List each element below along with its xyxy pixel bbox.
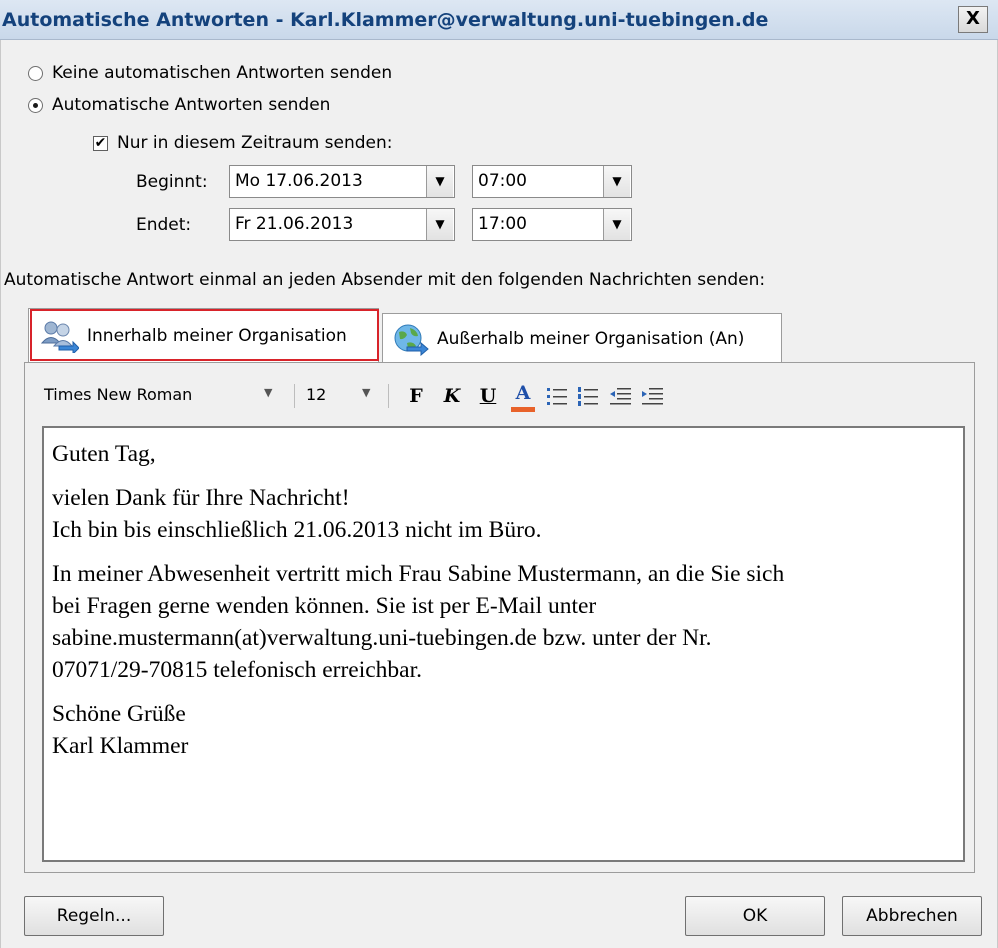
message-line: Ich bin bis einschließlich 21.06.2013 ni…: [52, 517, 542, 543]
no-reply-option[interactable]: Keine automatischen Antworten senden: [28, 63, 392, 83]
message-line: sabine.mustermann(at)verwaltung.uni-tueb…: [52, 625, 712, 651]
underline-button[interactable]: U: [474, 381, 502, 411]
message-line: bei Fragen gerne wenden können. Sie ist …: [52, 593, 597, 619]
message-signature: Karl Klammer: [52, 733, 189, 759]
decrease-indent-icon[interactable]: [608, 385, 632, 409]
font-name-value: Times New Roman: [44, 385, 193, 404]
chevron-down-icon[interactable]: ▼: [362, 386, 370, 399]
font-color-button[interactable]: A: [508, 380, 538, 412]
ok-button[interactable]: OK: [685, 896, 825, 936]
only-period-label: Nur in diesem Zeitraum senden:: [117, 133, 393, 153]
rules-button[interactable]: Regeln...: [24, 896, 164, 936]
chevron-down-icon[interactable]: ▼: [264, 386, 272, 399]
only-period-option[interactable]: ✔ Nur in diesem Zeitraum senden:: [93, 133, 393, 153]
start-time-value: 07:00: [478, 171, 527, 191]
end-time-picker[interactable]: 17:00 ▼: [472, 208, 632, 241]
font-name-select[interactable]: Times New Roman ▼: [38, 380, 288, 410]
message-greeting: Guten Tag,: [52, 441, 156, 467]
tab-outside-label: Außerhalb meiner Organisation (An): [437, 328, 745, 349]
message-line: vielen Dank für Ihre Nachricht!: [52, 485, 350, 511]
window-title: Automatische Antworten - Karl.Klammer@ve…: [2, 9, 769, 31]
chevron-down-icon[interactable]: ▼: [603, 166, 630, 197]
start-date-value: Mo 17.06.2013: [235, 171, 363, 191]
start-time-picker[interactable]: 07:00 ▼: [472, 165, 632, 198]
no-reply-radio[interactable]: [28, 65, 43, 81]
bullet-list-icon[interactable]: [546, 385, 568, 409]
message-closing: Schöne Grüße: [52, 701, 186, 727]
start-date-picker[interactable]: Mo 17.06.2013 ▼: [229, 165, 455, 198]
message-line: 07071/29-70815 telefonisch erreichbar.: [52, 657, 423, 683]
message-line: In meiner Abwesenheit vertritt mich Frau…: [52, 561, 785, 587]
end-time-value: 17:00: [478, 214, 527, 234]
globe-arrow-icon: [391, 322, 429, 356]
toolbar-separator: [388, 384, 389, 408]
font-size-select[interactable]: 12 ▼: [300, 380, 382, 410]
chevron-down-icon[interactable]: ▼: [426, 209, 453, 240]
font-size-value: 12: [306, 385, 327, 404]
font-color-letter: A: [515, 382, 531, 404]
chevron-down-icon[interactable]: ▼: [426, 166, 453, 197]
increase-indent-icon[interactable]: [640, 385, 664, 409]
active-tab-highlight: [30, 309, 379, 361]
bold-button[interactable]: F: [402, 381, 430, 411]
italic-button[interactable]: K: [438, 381, 466, 411]
instruction-text: Automatische Antwort einmal an jeden Abs…: [4, 270, 766, 290]
send-reply-label: Automatische Antworten senden: [52, 95, 331, 115]
send-reply-radio[interactable]: [28, 97, 43, 113]
toolbar-separator: [294, 384, 295, 408]
title-bar: Automatische Antworten - Karl.Klammer@ve…: [0, 0, 998, 40]
font-color-swatch: [511, 407, 535, 412]
close-button[interactable]: X: [958, 6, 988, 33]
end-date-value: Fr 21.06.2013: [235, 214, 354, 234]
only-period-checkbox[interactable]: ✔: [93, 135, 108, 151]
auto-reply-dialog: Automatische Antworten - Karl.Klammer@ve…: [0, 0, 998, 948]
send-reply-option[interactable]: Automatische Antworten senden: [28, 95, 330, 115]
start-label: Beginnt:: [136, 172, 208, 192]
numbered-list-icon[interactable]: [577, 385, 599, 409]
message-editor[interactable]: Guten Tag, vielen Dank für Ihre Nachrich…: [42, 426, 965, 862]
chevron-down-icon[interactable]: ▼: [603, 209, 630, 240]
end-date-picker[interactable]: Fr 21.06.2013 ▼: [229, 208, 455, 241]
tab-outside-organisation[interactable]: Außerhalb meiner Organisation (An): [382, 313, 782, 363]
end-label: Endet:: [136, 215, 192, 235]
cancel-button[interactable]: Abbrechen: [842, 896, 982, 936]
no-reply-label: Keine automatischen Antworten senden: [52, 63, 393, 83]
